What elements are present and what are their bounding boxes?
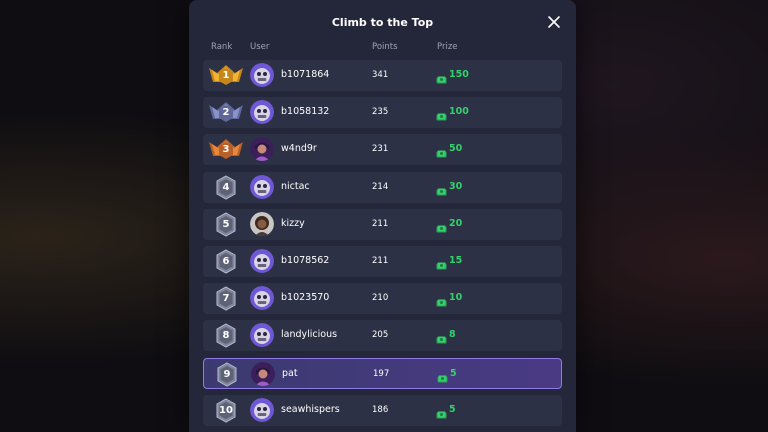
avatar[interactable]: [250, 286, 274, 311]
prize-value: 20: [449, 217, 463, 229]
username[interactable]: nictac: [281, 181, 310, 192]
username[interactable]: b1058132: [281, 106, 329, 117]
avatar[interactable]: [250, 397, 274, 422]
header-prize: Prize: [437, 42, 458, 52]
header-user: User: [250, 42, 270, 52]
leaderboard-list: 1 b1071864 341 150 2 b1058132 235 100 3 w4nd9r 231…: [203, 60, 562, 432]
username[interactable]: seawhispers: [281, 404, 340, 415]
avatar[interactable]: [250, 174, 274, 199]
table-row[interactable]: 2 b1058132 235 100: [203, 97, 562, 129]
rank-number: 3: [222, 144, 230, 156]
rank-number: 9: [223, 368, 231, 380]
username[interactable]: pat: [282, 368, 298, 379]
table-row-current-user[interactable]: 9 pat 197 5: [203, 357, 562, 389]
rank-number: 7: [222, 293, 230, 305]
rank-number: 4: [222, 181, 230, 193]
table-row[interactable]: 5 kizzy 211 20: [203, 208, 562, 240]
rank-number: 6: [222, 255, 230, 267]
username[interactable]: b1078562: [281, 255, 329, 266]
modal-title: Climb to the Top: [331, 16, 434, 29]
money-icon: [437, 369, 448, 382]
points-value: 210: [372, 293, 389, 304]
prize-value: 30: [449, 180, 463, 192]
points-value: 211: [372, 255, 389, 266]
rank-number: 2: [222, 107, 230, 119]
avatar[interactable]: [250, 100, 274, 125]
prize-value: 5: [450, 367, 457, 379]
points-value: 214: [372, 181, 389, 192]
table-row[interactable]: 6 b1078562 211 15: [203, 245, 562, 277]
money-icon: [436, 405, 447, 419]
close-icon[interactable]: [546, 14, 562, 30]
avatar[interactable]: [250, 211, 274, 236]
points-value: 235: [372, 107, 389, 118]
prize-value: 15: [449, 254, 463, 266]
username[interactable]: b1071864: [281, 69, 329, 80]
avatar[interactable]: [250, 323, 274, 348]
money-icon: [436, 219, 447, 233]
table-row[interactable]: 3 w4nd9r 231 50: [203, 134, 562, 166]
table-row[interactable]: 8 landylicious 205 8: [203, 320, 562, 352]
header-points: Points: [372, 42, 398, 52]
money-icon: [436, 330, 447, 344]
points-value: 341: [372, 70, 389, 80]
points-value: 231: [372, 144, 389, 155]
avatar[interactable]: [250, 137, 274, 162]
prize-value: 50: [449, 143, 463, 155]
points-value: 205: [372, 330, 389, 341]
username[interactable]: kizzy: [281, 218, 305, 229]
rank-number: 1: [222, 70, 230, 81]
money-icon: [436, 182, 447, 196]
points-value: 211: [372, 218, 389, 229]
avatar[interactable]: [251, 361, 275, 386]
prize-value: 8: [449, 329, 456, 341]
money-icon: [436, 144, 447, 158]
prize-value: 150: [449, 69, 469, 80]
money-icon: [436, 70, 447, 84]
username[interactable]: b1023570: [281, 292, 329, 303]
avatar[interactable]: [250, 248, 274, 273]
leaderboard-modal: Climb to the Top Rank User Points Prize …: [189, 0, 576, 432]
table-row[interactable]: 10 seawhispers 186 5: [203, 394, 562, 426]
table-header: Rank User Points Prize: [189, 42, 576, 54]
money-icon: [436, 256, 447, 270]
avatar[interactable]: [250, 63, 274, 87]
username[interactable]: landylicious: [281, 329, 337, 340]
table-row[interactable]: 7 b1023570 210 10: [203, 283, 562, 315]
prize-value: 5: [449, 403, 456, 415]
points-value: 197: [373, 368, 390, 379]
header-rank: Rank: [211, 42, 233, 52]
username[interactable]: w4nd9r: [281, 143, 317, 154]
rank-number: 5: [222, 218, 230, 230]
points-value: 186: [372, 404, 389, 415]
money-icon: [436, 293, 447, 307]
prize-value: 100: [449, 106, 469, 118]
rank-number: 10: [219, 404, 233, 416]
table-row[interactable]: 1 b1071864 341 150: [203, 60, 562, 91]
table-row[interactable]: 4 nictac 214 30: [203, 171, 562, 203]
money-icon: [436, 107, 447, 121]
prize-value: 10: [449, 292, 463, 304]
rank-number: 8: [222, 330, 230, 342]
